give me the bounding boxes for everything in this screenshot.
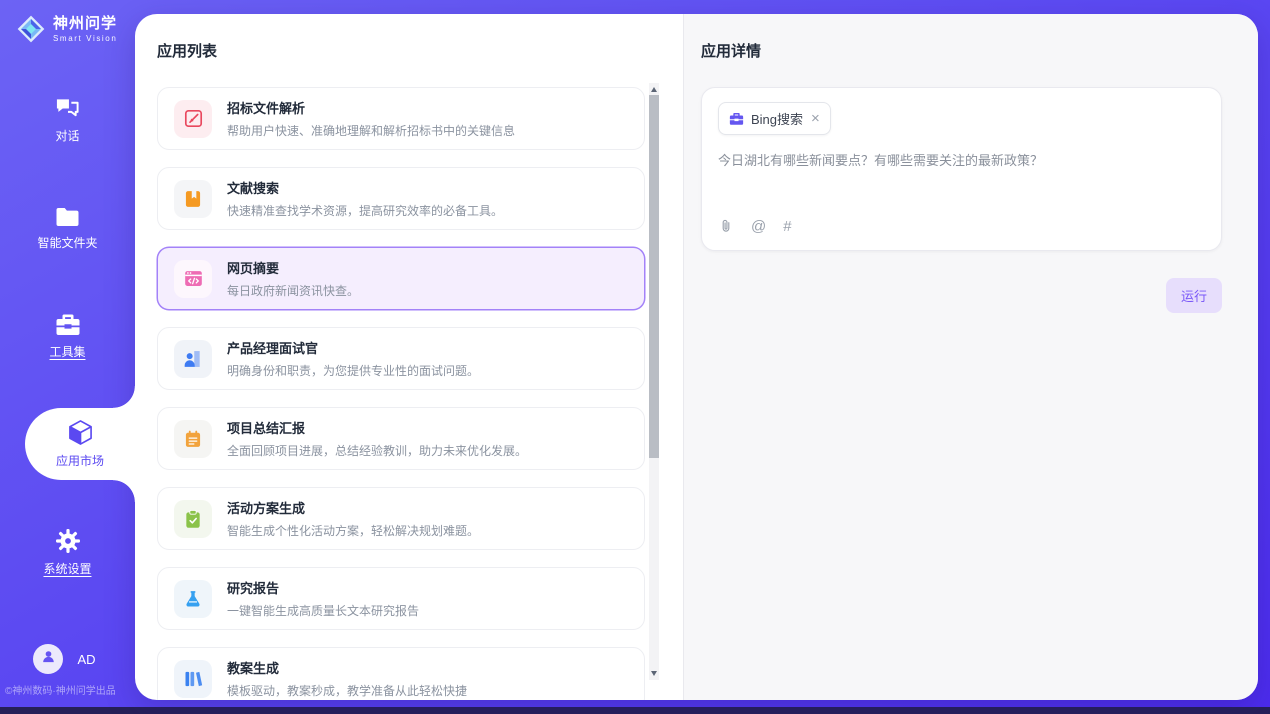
person-doc-icon <box>174 340 212 378</box>
scroll-up-arrow-icon[interactable] <box>651 87 657 92</box>
chat-icon <box>54 96 81 121</box>
clipboard-check-icon <box>174 500 212 538</box>
app-card-text: 网页摘要每日政府新闻资讯快查。 <box>227 258 359 299</box>
scrollbar-thumb[interactable] <box>649 95 659 458</box>
main-panel: 应用列表 招标文件解析帮助用户快速、准确地理解和解析招标书中的关键信息文献搜索快… <box>135 14 1258 700</box>
app-card-text: 项目总结汇报全面回顾项目进展，总结经验教训，助力未来优化发展。 <box>227 418 527 459</box>
app-card-title: 教案生成 <box>227 658 467 677</box>
note-icon <box>174 420 212 458</box>
pen-square-icon <box>174 100 212 138</box>
user-icon <box>40 648 57 670</box>
brand-logo-icon <box>16 14 46 44</box>
brand-subtitle: Smart Vision <box>53 34 117 43</box>
sidebar-item-folder[interactable]: 智能文件夹 <box>0 204 135 252</box>
mention-icon[interactable]: @ <box>751 219 766 234</box>
app-card-title: 活动方案生成 <box>227 498 479 517</box>
app-card-title: 产品经理面试官 <box>227 338 479 357</box>
app-card-desc: 帮助用户快速、准确地理解和解析招标书中的关键信息 <box>227 122 515 139</box>
app-cards: 招标文件解析帮助用户快速、准确地理解和解析招标书中的关键信息文献搜索快速精准查找… <box>157 87 645 700</box>
query-toolbar: @# <box>718 218 1205 236</box>
app-detail-panel: 应用详情 Bing搜索 × 今日湖北有哪些新闻要点？有哪些需要关注的最新政策？ … <box>683 14 1258 700</box>
user-row[interactable]: AD <box>33 644 95 674</box>
app-card[interactable]: 产品经理面试官明确身份和职责，为您提供专业性的面试问题。 <box>157 327 645 390</box>
app-card-title: 文献搜索 <box>227 178 503 197</box>
folder-icon <box>55 206 81 228</box>
app-card[interactable]: 教案生成模板驱动，教案秒成，教学准备从此轻松快捷 <box>157 647 645 700</box>
scroll-down-arrow-icon[interactable] <box>651 671 657 676</box>
sidebar-item-label: 应用市场 <box>56 452 104 469</box>
app-card[interactable]: 研究报告一键智能生成高质量长文本研究报告 <box>157 567 645 630</box>
app-card-desc: 全面回顾项目进展，总结经验教训，助力未来优化发展。 <box>227 442 527 459</box>
close-icon[interactable]: × <box>811 111 820 126</box>
app-card[interactable]: 文献搜索快速精准查找学术资源，提高研究效率的必备工具。 <box>157 167 645 230</box>
sidebar-item-toolbox[interactable]: 工具集 <box>0 312 135 360</box>
sidebar-nav: 对话智能文件夹工具集应用市场系统设置 <box>0 96 135 636</box>
sidebar-item-gear[interactable]: 系统设置 <box>0 528 135 576</box>
run-button[interactable]: 运行 <box>1166 278 1222 313</box>
app-card-text: 教案生成模板驱动，教案秒成，教学准备从此轻松快捷 <box>227 658 467 699</box>
app-card-text: 产品经理面试官明确身份和职责，为您提供专业性的面试问题。 <box>227 338 479 379</box>
cube-icon <box>68 419 93 446</box>
app-card-text: 文献搜索快速精准查找学术资源，提高研究效率的必备工具。 <box>227 178 503 219</box>
sidebar-footer: ©神州数码·神州问学出品 <box>5 682 135 697</box>
sidebar-item-label: 工具集 <box>49 343 85 360</box>
brand-name: 神州问学 <box>53 15 117 32</box>
app-card-text: 活动方案生成智能生成个性化活动方案，轻松解决规划难题。 <box>227 498 479 539</box>
tool-tag-label: Bing搜索 <box>751 109 803 128</box>
attachment-icon[interactable] <box>718 218 734 234</box>
sidebar-item-chat[interactable]: 对话 <box>0 96 135 144</box>
app-list-panel: 应用列表 招标文件解析帮助用户快速、准确地理解和解析招标书中的关键信息文献搜索快… <box>135 14 683 700</box>
query-card[interactable]: Bing搜索 × 今日湖北有哪些新闻要点？有哪些需要关注的最新政策？ @# <box>701 87 1222 251</box>
scrollbar[interactable] <box>649 83 659 680</box>
tool-tag[interactable]: Bing搜索 × <box>718 102 831 135</box>
brand-text: 神州问学 Smart Vision <box>53 15 117 42</box>
app-card[interactable]: 活动方案生成智能生成个性化活动方案，轻松解决规划难题。 <box>157 487 645 550</box>
app-card-title: 网页摘要 <box>227 258 359 277</box>
app-card[interactable]: 网页摘要每日政府新闻资讯快查。 <box>157 247 645 310</box>
brand: 神州问学 Smart Vision <box>16 14 135 44</box>
sidebar-item-label: 智能文件夹 <box>37 234 97 251</box>
hash-icon[interactable]: # <box>783 219 791 234</box>
app-card[interactable]: 招标文件解析帮助用户快速、准确地理解和解析招标书中的关键信息 <box>157 87 645 150</box>
browser-code-icon <box>174 260 212 298</box>
flask-icon <box>174 580 212 618</box>
app-list-title: 应用列表 <box>157 40 683 61</box>
app-card-text: 招标文件解析帮助用户快速、准确地理解和解析招标书中的关键信息 <box>227 98 515 139</box>
query-text[interactable]: 今日湖北有哪些新闻要点？有哪些需要关注的最新政策？ <box>718 151 1205 171</box>
books-icon <box>174 660 212 698</box>
app-card-text: 研究报告一键智能生成高质量长文本研究报告 <box>227 578 419 619</box>
sidebar-item-cube[interactable]: 应用市场 <box>25 408 135 480</box>
app-card-title: 招标文件解析 <box>227 98 515 117</box>
app-card-desc: 模板驱动，教案秒成，教学准备从此轻松快捷 <box>227 682 467 699</box>
app-detail-title: 应用详情 <box>701 40 1222 61</box>
avatar[interactable] <box>33 644 63 674</box>
app-card-desc: 快速精准查找学术资源，提高研究效率的必备工具。 <box>227 202 503 219</box>
app-card-desc: 每日政府新闻资讯快查。 <box>227 282 359 299</box>
book-icon <box>174 180 212 218</box>
app-card[interactable]: 项目总结汇报全面回顾项目进展，总结经验教训，助力未来优化发展。 <box>157 407 645 470</box>
app-card-desc: 一键智能生成高质量长文本研究报告 <box>227 602 419 619</box>
app-card-title: 研究报告 <box>227 578 419 597</box>
briefcase-icon <box>729 112 744 126</box>
app-card-desc: 智能生成个性化活动方案，轻松解决规划难题。 <box>227 522 479 539</box>
bottom-strip <box>0 707 1270 714</box>
sidebar-item-label: 系统设置 <box>43 560 91 577</box>
app-card-title: 项目总结汇报 <box>227 418 527 437</box>
user-label: AD <box>77 652 95 667</box>
toolbox-icon <box>55 313 81 337</box>
sidebar-item-label: 对话 <box>55 127 79 144</box>
sidebar: 神州问学 Smart Vision 对话智能文件夹工具集应用市场系统设置 AD … <box>0 0 135 707</box>
app-card-desc: 明确身份和职责，为您提供专业性的面试问题。 <box>227 362 479 379</box>
gear-icon <box>55 528 81 554</box>
